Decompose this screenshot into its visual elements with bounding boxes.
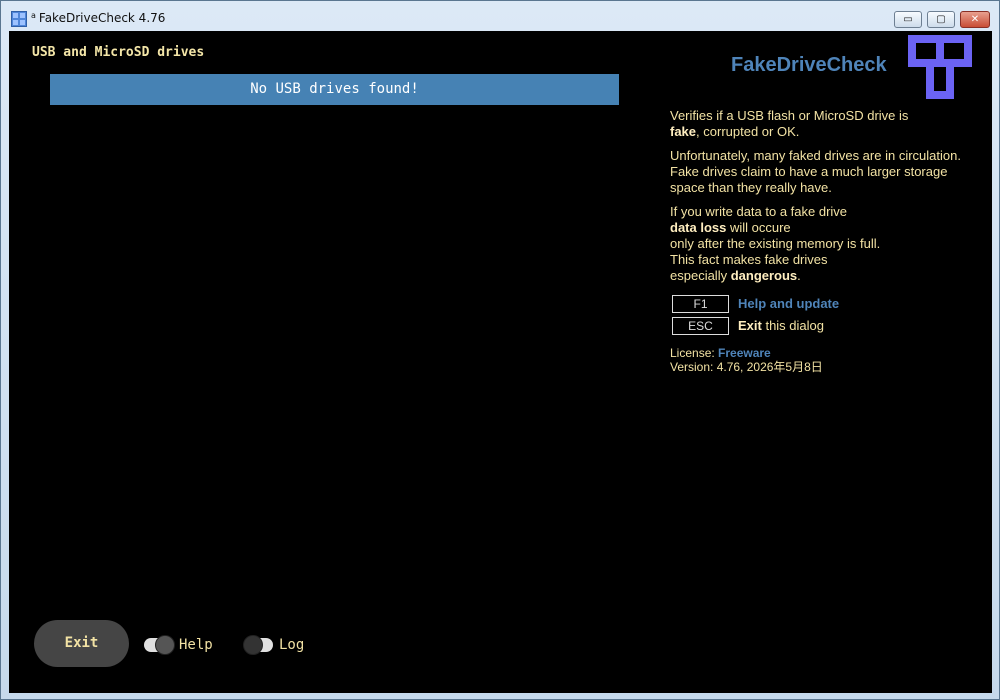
close-button[interactable]: ✕ bbox=[960, 11, 990, 28]
drives-heading: USB and MicroSD drives bbox=[32, 45, 205, 60]
shortcut-exit-row[interactable]: ESC Exit this dialog bbox=[672, 315, 824, 335]
info-panel: Verifies if a USB flash or MicroSD drive… bbox=[670, 108, 980, 292]
main-panel: USB and MicroSD drives No USB drives fou… bbox=[9, 31, 992, 693]
no-drives-banner: No USB drives found! bbox=[50, 74, 619, 105]
title-bar[interactable]: a FakeDriveCheck 4.76 ▭ ▢ ✕ bbox=[1, 1, 999, 31]
brand-name[interactable]: FakeDriveCheck bbox=[731, 54, 887, 77]
info-paragraph-circulation: Unfortunately, many faked drives are in … bbox=[670, 148, 961, 195]
esc-key[interactable]: ESC bbox=[672, 316, 729, 335]
version-text: Version: 4.76, 2026年5月8日 bbox=[670, 360, 823, 374]
shortcut-help-row[interactable]: F1 Help and update bbox=[672, 293, 839, 313]
window-title: a FakeDriveCheck 4.76 bbox=[31, 11, 166, 25]
help-toggle-label: Help bbox=[179, 636, 213, 653]
license-info: License: Freeware Version: 4.76, 2026年5月… bbox=[670, 346, 823, 374]
log-toggle-label: Log bbox=[279, 636, 305, 653]
freeware-link[interactable]: Freeware bbox=[718, 346, 771, 360]
toggle-knob bbox=[243, 634, 263, 655]
info-paragraph-verify: Verifies if a USB flash or MicroSD drive… bbox=[670, 108, 909, 139]
exit-dialog-label: Exit this dialog bbox=[738, 318, 824, 333]
exit-button[interactable]: Exit bbox=[34, 620, 129, 667]
minimize-button[interactable]: ▭ bbox=[894, 11, 922, 28]
toggle-knob bbox=[155, 634, 175, 655]
app-window: a FakeDriveCheck 4.76 ▭ ▢ ✕ USB and Micro… bbox=[0, 0, 1000, 700]
log-toggle[interactable] bbox=[243, 634, 273, 655]
info-paragraph-danger: If you write data to a fake drive data lo… bbox=[670, 204, 881, 283]
maximize-button[interactable]: ▢ bbox=[927, 11, 955, 28]
help-toggle[interactable] bbox=[144, 634, 175, 655]
f1-key[interactable]: F1 bbox=[672, 294, 729, 313]
fakedrivecheck-logo-icon bbox=[908, 35, 972, 99]
license-label: License: bbox=[670, 346, 719, 360]
log-toggle-group[interactable]: Log bbox=[243, 634, 305, 655]
app-icon bbox=[11, 11, 27, 27]
help-and-update-link[interactable]: Help and update bbox=[738, 296, 839, 311]
help-toggle-group[interactable]: Help bbox=[144, 634, 213, 655]
